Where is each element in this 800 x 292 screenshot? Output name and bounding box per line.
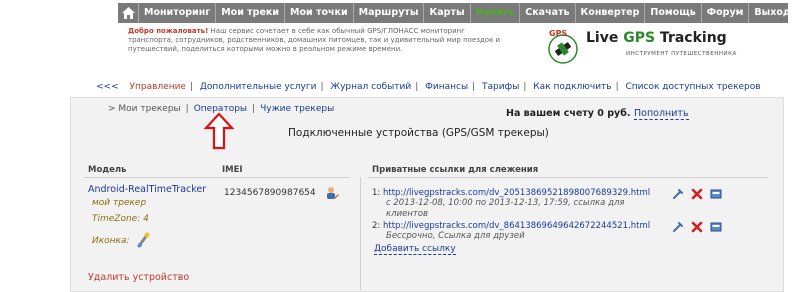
welcome-heading: Добро пожаловать! — [128, 27, 209, 35]
link-number: 1: — [372, 188, 381, 198]
section-title: Подключенные устройства (GPS/GSM трекеры… — [288, 127, 549, 139]
nav-download[interactable]: Скачать — [519, 3, 574, 23]
device-timezone: TimeZone: 4 — [92, 214, 149, 224]
column-header-model: Модель — [88, 165, 127, 175]
sub-nav-tracker-list[interactable]: Список доступных трекеров — [622, 82, 765, 92]
separator: | — [472, 82, 476, 92]
edit-link-icon[interactable] — [672, 188, 684, 200]
delete-link-icon[interactable] — [691, 188, 703, 200]
separator: | — [320, 82, 324, 92]
gps-satellite-icon: GPS — [548, 29, 578, 64]
link-row: 2: http://livegpstracks.com/dv_864138696… — [372, 221, 650, 231]
sub-nav-management[interactable]: Управление — [126, 82, 190, 92]
nav-routes[interactable]: Маршруты — [352, 3, 424, 23]
tracking-link[interactable]: http://livegpstracks.com/dv_205138695218… — [383, 188, 650, 198]
divider — [368, 177, 768, 178]
separator: | — [615, 82, 619, 92]
delete-link-icon[interactable] — [691, 221, 703, 233]
link-description: Бессрочно, Ссылка для друзей — [386, 231, 525, 242]
edit-device-icon[interactable] — [325, 186, 339, 200]
column-header-links: Приватные ссылки для слежения — [372, 165, 539, 175]
link-description-line: с 2013-12-08, 10:00 по 2013-12-13, 17:59… — [386, 198, 625, 208]
topup-link[interactable]: Пополнить — [634, 108, 689, 120]
link-row: 1: http://livegpstracks.com/dv_205138695… — [372, 188, 650, 198]
site-logo[interactable]: GPS Live GPS Tracking ИНСТРУМЕНТ ПУТЕШЕС… — [540, 25, 780, 67]
nav-my-tracks[interactable]: Мои треки — [215, 3, 284, 23]
preview-link-icon[interactable] — [710, 188, 722, 200]
logo-title-tracking: Tracking — [655, 30, 727, 46]
tab-my-trackers: > Мои трекеры — [108, 104, 181, 114]
sub-nav-how-to-connect[interactable]: Как подключить — [529, 82, 615, 92]
nav-converter[interactable]: Конвертер — [574, 3, 645, 23]
nav-logout[interactable]: Выход — [748, 3, 795, 23]
logo-subtitle: ИНСТРУМЕНТ ПУТЕШЕСТВЕННИКА — [626, 51, 737, 57]
welcome-text: Добро пожаловать! Наш сервис сочетает в … — [128, 27, 508, 54]
banner: Добро пожаловать! Наш сервис сочетает в … — [118, 23, 788, 69]
nav-my-points[interactable]: Мои точки — [284, 3, 353, 23]
separator: | — [185, 104, 189, 114]
logo-title-live: Live — [586, 30, 624, 46]
nav-forum[interactable]: Форум — [700, 3, 749, 23]
home-icon[interactable] — [122, 6, 135, 20]
nav-buy[interactable]: Купить — [469, 3, 520, 23]
link-description-line: Бессрочно, Ссылка для друзей — [386, 231, 525, 241]
edit-link-icon[interactable] — [672, 221, 684, 233]
nav-monitoring[interactable]: Мониторинг — [138, 3, 215, 23]
sub-nav-event-log[interactable]: Журнал событий — [326, 82, 415, 92]
link-description-line: клиентов — [386, 209, 429, 219]
preview-link-icon[interactable] — [710, 221, 722, 233]
sub-nav-tariffs[interactable]: Тарифы — [478, 82, 523, 92]
separator: | — [415, 82, 419, 92]
logo-title-gps: GPS — [623, 30, 656, 46]
tracking-link[interactable]: http://livegpstracks.com/dv_864138696496… — [383, 221, 650, 231]
logo-title: Live GPS Tracking — [586, 30, 727, 46]
account-balance: На вашем счету 0 руб. — [506, 108, 631, 119]
link-description: с 2013-12-08, 10:00 по 2013-12-13, 17:59… — [386, 198, 625, 220]
sub-nav: <<< Управление | Дополнительные услуги | Ж… — [92, 82, 765, 92]
gps-badge-text: GPS — [549, 29, 567, 38]
delete-device-link[interactable]: Удалить устройство — [88, 272, 189, 283]
column-divider — [360, 177, 361, 290]
device-imei: 1234567890987654 — [224, 188, 316, 198]
add-link-button[interactable]: Добавить ссылку — [374, 244, 456, 255]
device-name-link[interactable]: Android-RealTimeTracker — [88, 184, 206, 195]
separator: | — [523, 82, 527, 92]
device-label: мой трекер — [92, 198, 147, 208]
tab-foreign-trackers[interactable]: Чужие трекеры — [260, 104, 334, 114]
sub-nav-back[interactable]: <<< — [92, 82, 123, 92]
nav-help[interactable]: Помощь — [644, 3, 700, 23]
separator: | — [252, 104, 256, 114]
sub-nav-extra-services[interactable]: Дополнительные услуги — [196, 82, 321, 92]
up-arrow-icon — [204, 112, 234, 150]
link-number: 2: — [372, 221, 381, 231]
sub-nav-finance[interactable]: Финансы — [421, 82, 472, 92]
separator: | — [189, 82, 194, 92]
column-header-imei: IMEI — [222, 165, 243, 175]
top-nav: Мониторинг Мои треки Мои точки Маршруты … — [118, 3, 791, 23]
nav-maps[interactable]: Карты — [423, 3, 469, 23]
divider — [84, 177, 350, 178]
device-marker-icon[interactable] — [136, 232, 150, 248]
device-icon-label: Иконка: — [92, 236, 130, 246]
